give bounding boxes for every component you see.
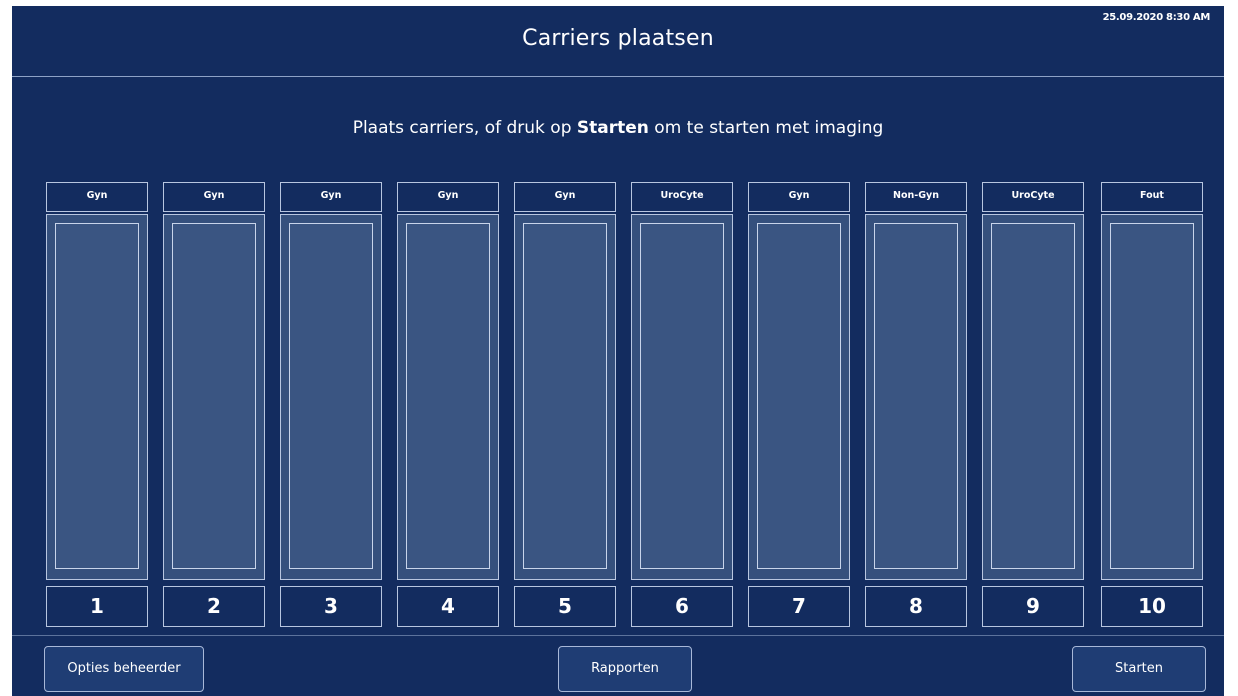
carrier-slot-2[interactable]: Gyn 2 [163, 182, 265, 627]
header-bar: Carriers plaatsen 25.09.2020 8:30 AM [12, 6, 1224, 77]
carrier-body [982, 214, 1084, 580]
carrier-slot-window [172, 223, 256, 569]
carrier-slot-1[interactable]: Gyn 1 [46, 182, 148, 627]
footer-divider [12, 635, 1224, 636]
carrier-number: 7 [748, 586, 850, 627]
carrier-number: 6 [631, 586, 733, 627]
instruction-text-bold: Starten [576, 118, 649, 138]
carrier-body [280, 214, 382, 580]
carrier-type-label: Gyn [46, 182, 148, 212]
carrier-body [631, 214, 733, 580]
carrier-body [397, 214, 499, 580]
carrier-body [514, 214, 616, 580]
carrier-slot-7[interactable]: Gyn 7 [748, 182, 850, 627]
carrier-number: 1 [46, 586, 148, 627]
carrier-type-label: UroCyte [631, 182, 733, 212]
carrier-type-label: Gyn [163, 182, 265, 212]
opties-beheerder-button[interactable]: Opties beheerder [44, 646, 204, 692]
carrier-type-label: Gyn [514, 182, 616, 212]
carrier-slot-window [523, 223, 607, 569]
carrier-type-label: Gyn [748, 182, 850, 212]
carrier-slot-window [289, 223, 373, 569]
datetime: 25.09.2020 8:30 AM [1102, 12, 1211, 23]
instruction-text: Plaats carriers, of druk op Starten om t… [12, 118, 1224, 138]
carrier-slot-window [640, 223, 724, 569]
carrier-slot-window [1110, 223, 1194, 569]
carrier-slot-6[interactable]: UroCyte 6 [631, 182, 733, 627]
carrier-number: 9 [982, 586, 1084, 627]
page-title: Carriers plaatsen [522, 26, 714, 51]
carrier-body [163, 214, 265, 580]
carrier-slot-4[interactable]: Gyn 4 [397, 182, 499, 627]
carrier-type-label: Fout [1101, 182, 1203, 212]
carrier-body [865, 214, 967, 580]
carrier-body [1101, 214, 1203, 580]
carrier-rack: Gyn 1 Gyn 2 Gyn 3 Gyn 4 Gyn 5 UroCyte 6 [46, 182, 1204, 627]
carrier-slot-window [874, 223, 958, 569]
carrier-type-label: UroCyte [982, 182, 1084, 212]
carrier-number: 4 [397, 586, 499, 627]
carrier-number: 5 [514, 586, 616, 627]
carrier-number: 3 [280, 586, 382, 627]
carrier-type-label: Gyn [397, 182, 499, 212]
starten-button[interactable]: Starten [1072, 646, 1206, 692]
carrier-slot-window [406, 223, 490, 569]
carrier-slot-8[interactable]: Non-Gyn 8 [865, 182, 967, 627]
instruction-text-before: Plaats carriers, of druk op [352, 118, 577, 138]
instruction-text-after: om te starten met imaging [648, 118, 884, 138]
carrier-slot-10[interactable]: Fout 10 [1101, 182, 1203, 627]
carrier-slot-window [55, 223, 139, 569]
carrier-slot-5[interactable]: Gyn 5 [514, 182, 616, 627]
carrier-number: 10 [1101, 586, 1203, 627]
carrier-slot-window [757, 223, 841, 569]
carrier-slot-9[interactable]: UroCyte 9 [982, 182, 1084, 627]
carrier-number: 8 [865, 586, 967, 627]
carrier-body [748, 214, 850, 580]
rapporten-button[interactable]: Rapporten [558, 646, 692, 692]
carrier-number: 2 [163, 586, 265, 627]
carrier-type-label: Gyn [280, 182, 382, 212]
carrier-slot-window [991, 223, 1075, 569]
carrier-type-label: Non-Gyn [865, 182, 967, 212]
carrier-body [46, 214, 148, 580]
carrier-slot-3[interactable]: Gyn 3 [280, 182, 382, 627]
carriers-screen: Carriers plaatsen 25.09.2020 8:30 AM Pla… [12, 6, 1224, 696]
